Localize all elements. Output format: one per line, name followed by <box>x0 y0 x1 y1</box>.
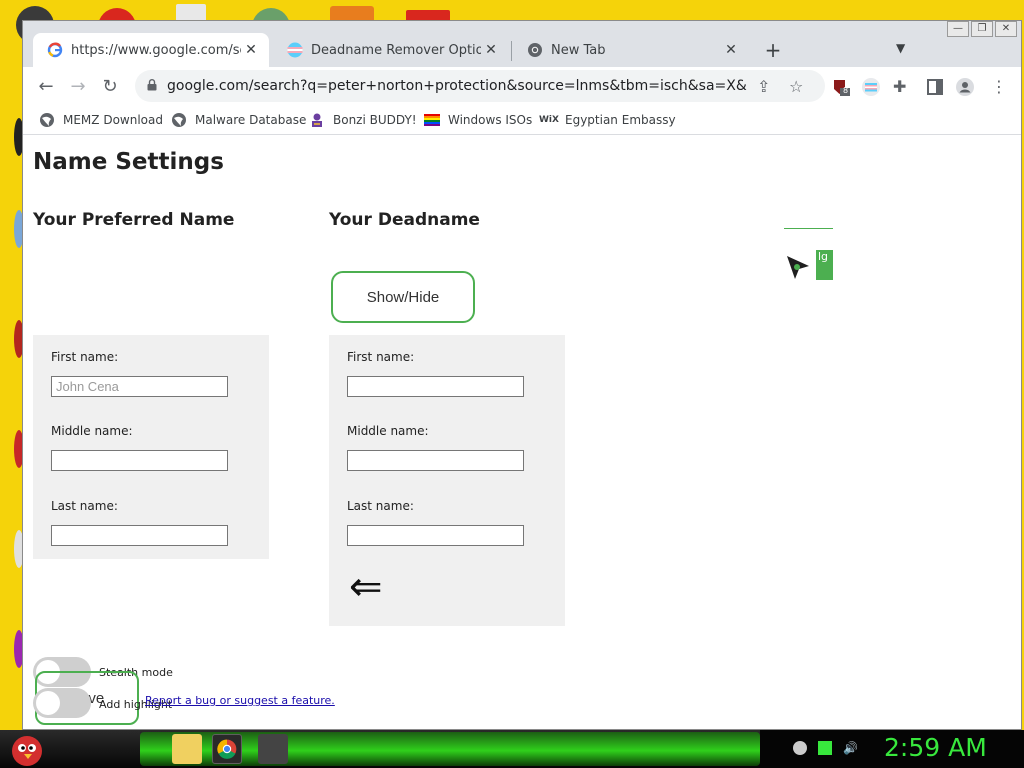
url-text: google.com/search?q=peter+norton+protect… <box>167 78 747 94</box>
last-name-label: Last name: <box>51 499 118 513</box>
lock-icon <box>147 79 157 91</box>
deadname-remover-extension-icon[interactable] <box>861 77 881 97</box>
left-arrow-icon[interactable]: ⇐ <box>349 567 383 607</box>
deadname-middle-name-input[interactable] <box>347 450 524 471</box>
rainbow-flag-icon <box>424 114 440 126</box>
globe-icon <box>172 113 186 127</box>
address-bar[interactable]: google.com/search?q=peter+norton+protect… <box>135 70 825 102</box>
bookmarks-bar: MEMZ Download Malware Database Bonzi BUD… <box>23 107 1021 135</box>
preferred-first-name-input[interactable] <box>51 376 228 397</box>
share-icon[interactable]: ⇪ <box>757 77 770 96</box>
add-highlight-toggle[interactable] <box>33 688 91 718</box>
close-tab-icon[interactable]: ✕ <box>721 42 741 58</box>
bookmark-windows-isos[interactable]: Windows ISOs <box>424 112 532 128</box>
ublock-origin-icon[interactable]: 8 <box>831 77 851 97</box>
tab-strip: https://www.google.com/search? ✕ Deadnam… <box>23 21 1021 67</box>
preferred-middle-name-input[interactable] <box>51 450 228 471</box>
bookmark-label: Egyptian Embassy <box>565 113 676 127</box>
new-tab-button[interactable]: + <box>761 39 785 63</box>
browser-toolbar: ← → ↻ google.com/search?q=peter+norton+p… <box>23 67 1021 107</box>
bookmark-label: Bonzi BUDDY! <box>333 113 417 127</box>
angry-bird-start-icon[interactable] <box>8 730 46 768</box>
tab-google-search[interactable]: https://www.google.com/search? ✕ <box>33 33 269 67</box>
close-tab-icon[interactable]: ✕ <box>481 42 501 58</box>
extension-badge: 8 <box>843 86 849 95</box>
middle-name-label: Middle name: <box>347 424 429 438</box>
chrome-icon <box>528 43 542 57</box>
deadname-first-name-input[interactable] <box>347 376 524 397</box>
deadname-heading: Your Deadname <box>329 210 480 230</box>
toggle-knob <box>36 691 60 715</box>
file-explorer-icon[interactable] <box>172 734 202 764</box>
network-icon[interactable] <box>793 741 807 755</box>
clock[interactable]: 2:59 AM <box>884 733 987 762</box>
first-name-label: First name: <box>347 350 415 364</box>
preferred-name-heading: Your Preferred Name <box>33 210 235 230</box>
maximize-icon[interactable]: ❐ <box>971 21 993 37</box>
minimize-icon[interactable]: — <box>947 21 969 37</box>
app-taskbar-icon[interactable] <box>258 734 288 764</box>
middle-name-label: Middle name: <box>51 424 133 438</box>
preferred-name-panel: First name: Middle name: Last name: <box>33 335 269 559</box>
google-icon <box>47 42 63 58</box>
tab-search-chevron-icon[interactable]: ▼ <box>896 41 905 55</box>
deadname-panel: First name: Middle name: Last name: ⇐ <box>329 335 565 626</box>
tab-separator <box>511 41 512 61</box>
page-title: Name Settings <box>33 149 224 175</box>
forward-icon[interactable]: → <box>64 73 92 101</box>
side-panel-icon[interactable] <box>925 77 945 97</box>
window-controls: — ❐ ✕ <box>947 21 1017 37</box>
ghost-line <box>784 228 833 229</box>
ghost-box: lg <box>816 250 833 280</box>
bookmark-memz-download[interactable]: MEMZ Download <box>39 112 163 128</box>
report-bug-link[interactable]: Report a bug or suggest a feature. <box>145 694 335 707</box>
bookmark-label: Windows ISOs <box>448 113 533 127</box>
first-name-label: First name: <box>51 350 119 364</box>
show-hide-button[interactable]: Show/Hide <box>331 271 475 323</box>
bookmark-label: Malware Database <box>195 113 307 127</box>
bonzi-icon <box>312 113 322 127</box>
tab-deadname-options[interactable]: Deadname Remover Options ✕ <box>273 33 509 67</box>
tab-label: New Tab <box>551 42 606 58</box>
volume-icon[interactable]: 🔊 <box>843 741 858 755</box>
reload-icon[interactable]: ↻ <box>96 73 124 101</box>
tab-label: Deadname Remover Options <box>311 42 481 58</box>
extensions-puzzle-icon[interactable]: ✚ <box>893 77 913 97</box>
tab-new-tab[interactable]: New Tab ✕ <box>513 33 749 67</box>
wix-icon: WiX <box>539 115 559 125</box>
trans-flag-icon <box>287 42 303 58</box>
close-tab-icon[interactable]: ✕ <box>241 42 261 58</box>
cursor-icon <box>787 256 809 279</box>
tab-label: https://www.google.com/search? <box>71 42 241 58</box>
close-icon[interactable]: ✕ <box>995 21 1017 37</box>
back-icon[interactable]: ← <box>32 73 60 101</box>
system-tray: 🔊 2:59 AM <box>760 730 1024 768</box>
bookmark-star-icon[interactable]: ☆ <box>789 77 803 96</box>
options-page: Name Settings Your Preferred Name Your D… <box>23 136 1021 729</box>
globe-icon <box>40 113 54 127</box>
profile-avatar-icon[interactable] <box>955 77 975 97</box>
bookmark-malware-database[interactable]: Malware Database <box>171 112 306 128</box>
kebab-menu-icon[interactable]: ⋮ <box>989 77 1009 97</box>
bookmark-egyptian-embassy[interactable]: WiX Egyptian Embassy <box>539 112 676 128</box>
preferred-last-name-input[interactable] <box>51 525 228 546</box>
last-name-label: Last name: <box>347 499 414 513</box>
bookmark-label: MEMZ Download <box>63 113 163 127</box>
taskbar: 🔊 2:59 AM <box>0 730 1024 768</box>
deadname-last-name-input[interactable] <box>347 525 524 546</box>
chrome-taskbar-icon[interactable] <box>212 734 242 764</box>
bookmark-bonzi-buddy[interactable]: Bonzi BUDDY! <box>309 112 417 128</box>
monitor-icon[interactable] <box>818 741 832 755</box>
browser-window: — ❐ ✕ https://www.google.com/search? ✕ D… <box>22 20 1022 730</box>
